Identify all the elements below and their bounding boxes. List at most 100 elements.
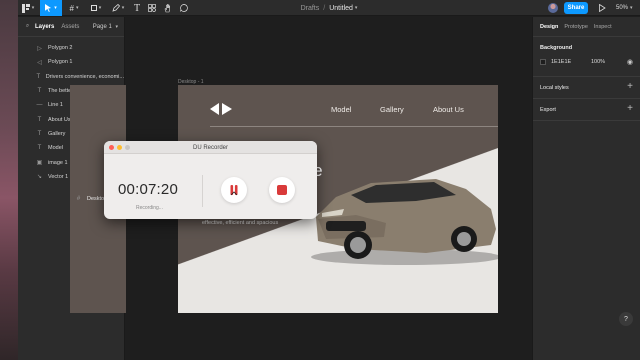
eye-icon[interactable]: ◉ bbox=[627, 58, 633, 66]
recorder-divider bbox=[202, 175, 203, 207]
cursor-icon bbox=[45, 4, 52, 12]
background-opacity-input[interactable]: 100% bbox=[591, 59, 605, 65]
breadcrumb-separator: / bbox=[323, 4, 326, 12]
chevron-down-icon[interactable]: ▾ bbox=[355, 5, 358, 11]
pen-tool-button[interactable]: ▾ bbox=[108, 0, 128, 16]
layer-name: Model bbox=[48, 145, 63, 152]
local-styles-title: Local styles bbox=[540, 85, 569, 91]
chevron-down-icon: ▾ bbox=[75, 5, 79, 11]
chevron-down-icon: ▾ bbox=[115, 23, 118, 30]
background-fill-row[interactable]: 1E1E1E 100% ◉ bbox=[540, 58, 633, 66]
search-icon[interactable]: ⌕ bbox=[24, 23, 31, 30]
layer-name: Drivers convenience, economi... bbox=[45, 73, 124, 80]
pause-button[interactable] bbox=[221, 177, 247, 203]
figma-menu-icon bbox=[21, 3, 30, 13]
text-icon: T bbox=[37, 130, 42, 137]
present-play-icon[interactable] bbox=[598, 4, 606, 12]
layer-name: Polygon 1 bbox=[48, 59, 73, 66]
chevron-down-icon: ▾ bbox=[31, 5, 35, 11]
design-canvas[interactable]: Desktop - 1 Model Gallery About Us hoice… bbox=[104, 17, 532, 360]
add-style-plus-icon[interactable]: + bbox=[627, 81, 633, 92]
move-tool-button[interactable]: ▾ bbox=[40, 0, 62, 16]
polygon-icon: ▷ bbox=[37, 45, 42, 52]
image-icon: ▣ bbox=[36, 160, 43, 167]
line-icon: — bbox=[36, 102, 43, 109]
shape-tool-button[interactable]: ▾ bbox=[86, 0, 106, 16]
export-title: Export bbox=[540, 107, 556, 113]
zoom-dropdown[interactable]: 50% ▾ bbox=[616, 0, 633, 16]
frame-tool-button[interactable]: # ▾ bbox=[64, 0, 84, 16]
tab-design[interactable]: Design bbox=[540, 24, 558, 30]
logo-arrows-icon bbox=[210, 103, 232, 115]
drafts-link[interactable]: Drafts bbox=[301, 5, 320, 12]
nav-model[interactable]: Model bbox=[331, 105, 351, 114]
file-name[interactable]: Untitled bbox=[329, 5, 353, 12]
nav-gallery[interactable]: Gallery bbox=[380, 105, 404, 114]
rectangle-icon bbox=[90, 5, 97, 11]
hand-icon bbox=[164, 3, 170, 12]
stop-button[interactable] bbox=[269, 177, 295, 203]
layer-name: Gallery bbox=[48, 130, 66, 137]
tab-layers[interactable]: Layers bbox=[35, 24, 54, 30]
layer-item[interactable]: ▷ Polygon 2 bbox=[18, 41, 124, 55]
recording-status: Recording... bbox=[136, 205, 163, 211]
hero-subtext: effective, efficient and spacious bbox=[202, 220, 279, 226]
nav-divider-line bbox=[210, 126, 498, 127]
pen-icon bbox=[112, 4, 120, 12]
text-icon: T bbox=[133, 2, 141, 14]
background-hex-input[interactable]: 1E1E1E bbox=[551, 59, 583, 65]
page-selector[interactable]: Page 1 ▾ bbox=[93, 24, 118, 30]
layer-name: About Us bbox=[48, 116, 71, 123]
chevron-down-icon: ▾ bbox=[54, 5, 57, 11]
zoom-level: 50% bbox=[616, 5, 629, 11]
resources-button[interactable] bbox=[145, 0, 159, 16]
recording-timer: 00:07:20 bbox=[118, 181, 178, 198]
text-icon: T bbox=[36, 73, 41, 80]
layer-name: Line 1 bbox=[48, 102, 63, 109]
color-swatch[interactable] bbox=[540, 59, 546, 65]
tab-prototype[interactable]: Prototype bbox=[564, 24, 588, 30]
page-label: Page 1 bbox=[92, 23, 112, 30]
layer-name: Polygon 2 bbox=[48, 45, 73, 52]
comment-icon bbox=[180, 4, 188, 12]
du-recorder-window[interactable]: DU Recorder 00:07:20 Recording... bbox=[104, 141, 317, 219]
local-styles-section: Local styles + bbox=[533, 77, 640, 99]
background-section: Background 1E1E1E 100% ◉ bbox=[533, 37, 640, 77]
help-button[interactable]: ? bbox=[619, 312, 633, 326]
top-toolbar: ▾ ▾ # ▾ ▾ ▾ T Drafts / Untitled ▾ Share … bbox=[18, 0, 640, 16]
figma-app: ▾ ▾ # ▾ ▾ ▾ T Drafts / Untitled ▾ Share … bbox=[18, 0, 640, 360]
layer-name: image 1 bbox=[48, 159, 68, 166]
design-panel: Design Prototype Inspect Background 1E1E… bbox=[532, 17, 640, 360]
chevron-down-icon: ▾ bbox=[630, 5, 633, 11]
polygon-icon: ◁ bbox=[37, 59, 42, 66]
vector-icon: ↘ bbox=[36, 174, 43, 181]
share-button[interactable]: Share bbox=[564, 2, 588, 14]
comment-tool-button[interactable] bbox=[177, 0, 191, 16]
layer-name: Vector 1 bbox=[48, 173, 69, 180]
left-panel-tabs: ⌕ Layers Assets Page 1 ▾ bbox=[18, 17, 124, 37]
stop-icon bbox=[277, 185, 287, 195]
recorder-titlebar[interactable]: DU Recorder bbox=[104, 141, 317, 154]
tab-inspect[interactable]: Inspect bbox=[594, 24, 612, 30]
text-tool-button[interactable]: T bbox=[130, 0, 144, 16]
avatar[interactable] bbox=[548, 3, 558, 13]
nav-about-us[interactable]: About Us bbox=[433, 105, 464, 114]
text-icon: T bbox=[37, 116, 42, 123]
main-menu-button[interactable]: ▾ bbox=[18, 0, 38, 16]
recorder-title: DU Recorder bbox=[192, 144, 228, 151]
car-image bbox=[311, 179, 498, 265]
export-section: Export + bbox=[533, 99, 640, 121]
tab-assets[interactable]: Assets bbox=[61, 24, 79, 30]
add-export-plus-icon[interactable]: + bbox=[627, 103, 633, 114]
chevron-down-icon: ▾ bbox=[98, 5, 102, 11]
layer-item[interactable]: T Drivers convenience, economi... bbox=[18, 70, 124, 84]
frame-icon: # bbox=[69, 3, 74, 13]
background-title: Background bbox=[540, 45, 573, 51]
text-icon: T bbox=[37, 145, 42, 152]
text-icon: T bbox=[37, 88, 42, 95]
frame-icon: # bbox=[76, 196, 81, 202]
hand-tool-button[interactable] bbox=[161, 0, 175, 16]
desktop-wallpaper bbox=[0, 0, 18, 360]
chevron-down-icon: ▾ bbox=[121, 5, 125, 11]
layer-item[interactable]: ◁ Polygon 1 bbox=[18, 55, 124, 69]
